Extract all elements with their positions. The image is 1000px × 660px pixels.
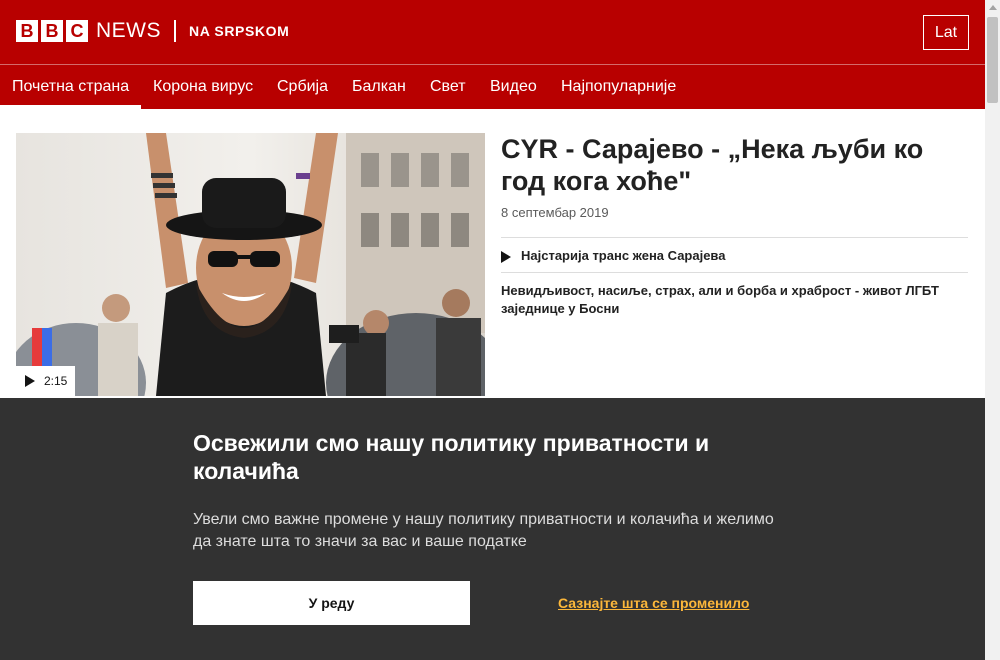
masthead: B B C NEWS NA SRPSKOM Lat [0,0,985,64]
nav-item-world[interactable]: Свет [430,65,466,109]
nav-item-serbia[interactable]: Србија [277,65,328,109]
article-video-thumbnail[interactable] [16,133,485,396]
divider [501,272,968,273]
learn-what-changed-link[interactable]: Сазнајте шта се променило [558,595,749,611]
bbc-blocks: B B C [16,20,88,42]
bbc-block-letter: B [41,20,63,42]
video-duration-badge[interactable]: 2:15 [16,366,75,396]
play-icon [501,250,511,263]
vertical-scrollbar[interactable] [985,0,1000,660]
play-icon [25,375,35,387]
bbc-block-letter: B [16,20,38,42]
latin-script-button[interactable]: Lat [923,15,969,50]
nav-item-home[interactable]: Почетна страна [0,65,142,109]
scroll-up-arrow-icon[interactable] [985,0,1000,15]
logo-divider [174,20,176,42]
accept-privacy-button[interactable]: У реду [193,581,470,625]
main-navigation: Почетна страна Корона вирус Србија Балка… [0,64,985,109]
photo-illustration [16,133,485,396]
bbc-news-logo[interactable]: B B C NEWS NA SRPSKOM [16,20,289,42]
privacy-banner-title: Освежили смо нашу политику приватности и… [193,430,710,484]
article-headline[interactable]: CYR - Сарајево - „Нека љуби ко год кога … [501,133,971,197]
nav-item-balkans[interactable]: Балкан [352,65,406,109]
nav-item-coronavirus[interactable]: Корона вирус [153,65,253,109]
nav-item-most-popular[interactable]: Најпопуларније [561,65,676,109]
article-summary-link[interactable]: Невидљивост, насиље, страх, али и борба … [501,282,961,318]
privacy-banner: Освежили смо нашу политику приватности и… [0,398,985,660]
article-date: 8 септембар 2019 [501,205,609,220]
related-video-title: Најстарија транс жена Сарајева [521,248,726,263]
page: B B C NEWS NA SRPSKOM Lat Почетна страна… [0,0,1000,660]
service-name: NA SRPSKOM [189,23,290,39]
nav-item-video[interactable]: Видео [490,65,537,109]
bbc-block-letter: C [66,20,88,42]
privacy-banner-text: Увели смо важне промене у нашу политику … [193,511,774,550]
logo-news-word: NEWS [96,19,161,42]
related-video-link[interactable]: Најстарија транс жена Сарајева [501,248,725,263]
scrollbar-thumb[interactable] [987,17,998,103]
divider [501,237,968,238]
video-duration: 2:15 [44,374,68,388]
